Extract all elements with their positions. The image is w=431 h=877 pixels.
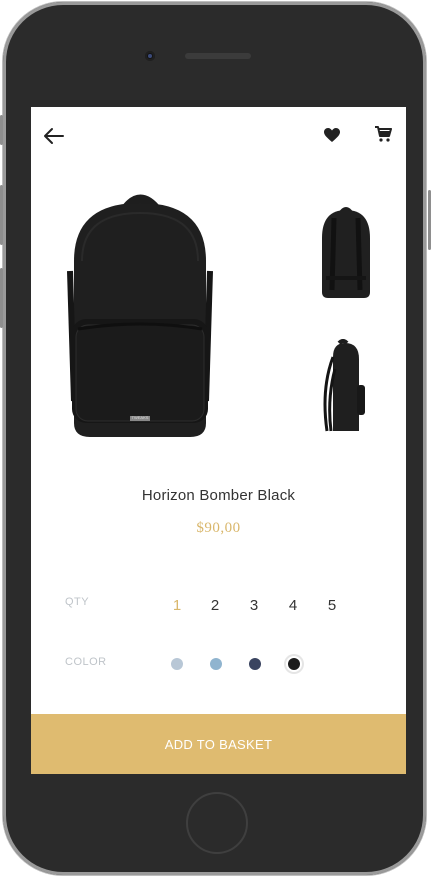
qty-option-2[interactable]: 2 (205, 597, 225, 614)
back-arrow-icon[interactable] (43, 127, 65, 145)
qty-option-1[interactable]: 1 (167, 597, 187, 614)
color-label: COLOR (65, 656, 107, 668)
product-title: Horizon Bomber Black (141, 487, 296, 504)
color-swatch-black[interactable] (288, 658, 300, 670)
qty-label: QTY (65, 596, 90, 608)
mute-switch (0, 115, 3, 145)
heart-icon[interactable] (323, 127, 341, 143)
qty-option-3[interactable]: 3 (244, 597, 264, 614)
product-price: $90,00 (196, 520, 241, 536)
volume-up-button (0, 185, 3, 245)
add-to-basket-button[interactable]: ADD TO BASKET (31, 714, 406, 774)
front-camera (145, 51, 155, 61)
brand-tag: TWEAKS (131, 415, 149, 420)
volume-down-button (0, 268, 3, 328)
product-main-image[interactable]: TWEAKS (64, 191, 216, 446)
color-swatch-navy[interactable] (249, 658, 261, 670)
home-button[interactable] (186, 792, 248, 854)
color-swatch-light-blue-gray[interactable] (171, 658, 183, 670)
qty-option-5[interactable]: 5 (322, 597, 342, 614)
earpiece-speaker (185, 53, 251, 59)
qty-option-4[interactable]: 4 (283, 597, 303, 614)
color-swatch-light-blue[interactable] (210, 658, 222, 670)
shopping-cart-icon[interactable] (374, 125, 392, 143)
phone-frame: TWEAKS Horizon Bomber Black $90,00 QTY 1… (3, 2, 426, 875)
app-screen: TWEAKS Horizon Bomber Black $90,00 QTY 1… (31, 107, 406, 774)
product-thumbnail-back[interactable] (318, 204, 374, 300)
product-thumbnail-side[interactable] (321, 339, 369, 437)
